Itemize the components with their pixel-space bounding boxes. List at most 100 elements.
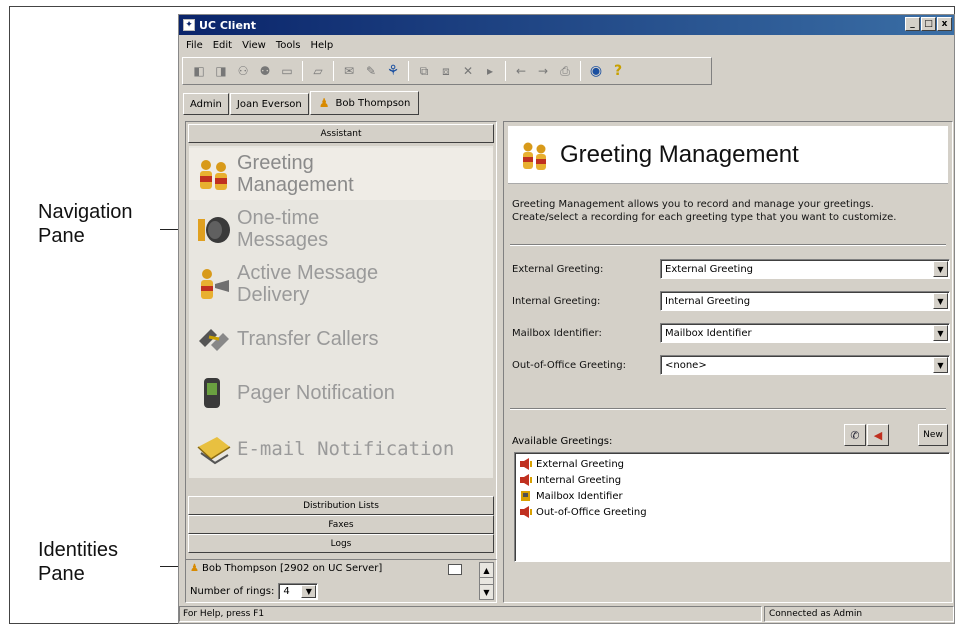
panel-header: Greeting Management (508, 126, 948, 184)
greeting-mailbox-identifier: Mailbox Identifier (536, 490, 623, 502)
greeting-internal: Internal Greeting (536, 474, 622, 486)
identity-card-icon[interactable] (448, 564, 462, 575)
internal-greeting-select[interactable]: Internal Greeting ▼ (660, 291, 950, 311)
nav-active-message-delivery[interactable]: Active Message Delivery (189, 258, 493, 310)
assistant-header[interactable]: Assistant (188, 124, 494, 143)
toolbar-record-icon[interactable]: ◨ (211, 61, 231, 81)
list-item[interactable]: Mailbox Identifier (519, 488, 945, 504)
external-greeting-select[interactable]: External Greeting ▼ (660, 259, 950, 279)
nav-greeting-management[interactable]: Greeting Management (189, 148, 493, 200)
chevron-down-icon[interactable]: ▼ (933, 357, 948, 373)
phone-record-button[interactable]: ✆ (844, 424, 866, 446)
uc-client-window: ✦ UC Client _ □ x File Edit View Tools H… (178, 14, 955, 624)
mailbox-icon (519, 490, 533, 502)
rings-value: 4 (283, 586, 290, 597)
menu-tools[interactable]: Tools (271, 40, 306, 51)
toolbar-paste-icon[interactable]: ⧈ (436, 61, 456, 81)
list-item[interactable]: External Greeting (519, 456, 945, 472)
new-greeting-button[interactable]: New (918, 424, 948, 446)
logs-header[interactable]: Logs (188, 534, 494, 553)
available-greetings-list: External Greeting Internal Greeting Mail… (514, 452, 950, 562)
app-icon: ✦ (183, 19, 195, 31)
greeting-management-icon (195, 156, 233, 192)
toolbar-separator (505, 61, 506, 81)
divider (510, 408, 946, 410)
nav-transfer-callers[interactable]: Transfer Callers (189, 316, 493, 362)
toolbar-forward-icon[interactable]: ▸ (480, 61, 500, 81)
speaker-icon (519, 474, 533, 486)
list-item[interactable]: Internal Greeting (519, 472, 945, 488)
pager-icon (195, 375, 233, 411)
chevron-down-icon[interactable]: ▼ (933, 293, 948, 309)
nav-active-message-delivery-line1: Active Message (237, 262, 379, 284)
toolbar-refresh-icon[interactable]: ◉ (586, 61, 606, 81)
speaker-play-button[interactable]: ◀ (867, 424, 889, 446)
menu-view[interactable]: View (237, 40, 271, 51)
menu-file[interactable]: File (181, 40, 208, 51)
scroll-up-icon[interactable]: ▲ (480, 563, 493, 578)
toolbar-contacts-icon[interactable]: ⚘ (383, 61, 403, 81)
nav-transfer-callers-label: Transfer Callers (237, 328, 379, 350)
active-message-delivery-icon (195, 266, 233, 302)
identities-scrollbar[interactable]: ▲ ▼ (479, 562, 494, 600)
tab-bob-thompson[interactable]: ♟ Bob Thompson (309, 91, 420, 115)
window-title: UC Client (199, 18, 256, 32)
status-help: For Help, press F1 (179, 606, 762, 622)
rings-select[interactable]: 4 ▼ (278, 583, 319, 600)
nav-one-time-messages-line1: One-time (237, 207, 320, 229)
identity-row[interactable]: ♟ Bob Thompson [2902 on UC Server] (190, 563, 382, 574)
tab-joan-everson[interactable]: Joan Everson (229, 93, 309, 115)
mailbox-identifier-row: Mailbox Identifier: Mailbox Identifier ▼ (512, 322, 952, 344)
menu-edit[interactable]: Edit (208, 40, 237, 51)
menu-help[interactable]: Help (305, 40, 338, 51)
mailbox-identifier-select[interactable]: Mailbox Identifier ▼ (660, 323, 950, 343)
external-greeting-label: External Greeting: (512, 263, 604, 275)
toolbar-mail-icon[interactable]: ✉ (339, 61, 359, 81)
scroll-down-icon[interactable]: ▼ (480, 584, 493, 599)
toolbar-back-icon[interactable]: ← (511, 61, 531, 81)
toolbar-help-icon[interactable]: ? (608, 61, 628, 81)
nav-email-notification-label: E-mail Notification (237, 438, 455, 460)
toolbar-delete-icon[interactable]: ✕ (458, 61, 478, 81)
navigation-pane-callout: Navigation Pane (38, 200, 133, 248)
toolbar-folder-icon[interactable]: ▭ (277, 61, 297, 81)
nav-one-time-messages[interactable]: One-time Messages (189, 204, 493, 254)
panel-title: Greeting Management (560, 140, 799, 168)
status-connection: Connected as Admin (764, 606, 954, 622)
description-line2: Create/select a recording for each greet… (512, 212, 897, 223)
toolbar-next-icon[interactable]: → (533, 61, 553, 81)
nav-pager-notification-label: Pager Notification (237, 382, 395, 404)
faxes-header[interactable]: Faxes (188, 515, 494, 534)
nav-greeting-management-line2: Management (237, 174, 354, 196)
chevron-down-icon[interactable]: ▼ (301, 585, 317, 598)
toolbar-copy-icon[interactable]: ⧉ (414, 61, 434, 81)
out-of-office-select[interactable]: <none> ▼ (660, 355, 950, 375)
maximize-button[interactable]: □ (921, 17, 936, 31)
toolbar-open-icon[interactable]: ▱ (308, 61, 328, 81)
tab-bob-thompson-label: Bob Thompson (335, 97, 411, 109)
toolbar-edit-icon[interactable]: ✎ (361, 61, 381, 81)
faxes-label: Faxes (328, 519, 354, 530)
list-item[interactable]: Out-of-Office Greeting (519, 504, 945, 520)
toolbar-print-icon[interactable]: ⎙ (555, 61, 575, 81)
greeting-header-icon (518, 138, 552, 172)
callout-navigation-line1: Navigation (38, 201, 133, 223)
distribution-lists-header[interactable]: Distribution Lists (188, 496, 494, 515)
tab-admin[interactable]: Admin (183, 93, 229, 115)
toolbar-play-icon[interactable]: ◧ (189, 61, 209, 81)
rings-label: Number of rings: (190, 586, 275, 597)
one-time-messages-icon (195, 211, 233, 247)
chevron-down-icon[interactable]: ▼ (933, 325, 948, 341)
chevron-down-icon[interactable]: ▼ (933, 261, 948, 277)
toolbar-people-icon[interactable]: ⚇ (233, 61, 253, 81)
nav-email-notification[interactable]: E-mail Notification (189, 424, 493, 474)
toolbar-group-icon[interactable]: ⚉ (255, 61, 275, 81)
mailbox-identifier-label: Mailbox Identifier: (512, 327, 602, 339)
nav-pager-notification[interactable]: Pager Notification (189, 368, 493, 418)
minimize-button[interactable]: _ (905, 17, 920, 31)
status-bar: For Help, press F1 Connected as Admin (179, 605, 954, 623)
greeting-out-of-office: Out-of-Office Greeting (536, 506, 647, 518)
close-button[interactable]: x (937, 17, 952, 31)
panel-description: Greeting Management allows you to record… (512, 198, 948, 224)
speaker-icon: ◀ (873, 428, 883, 442)
